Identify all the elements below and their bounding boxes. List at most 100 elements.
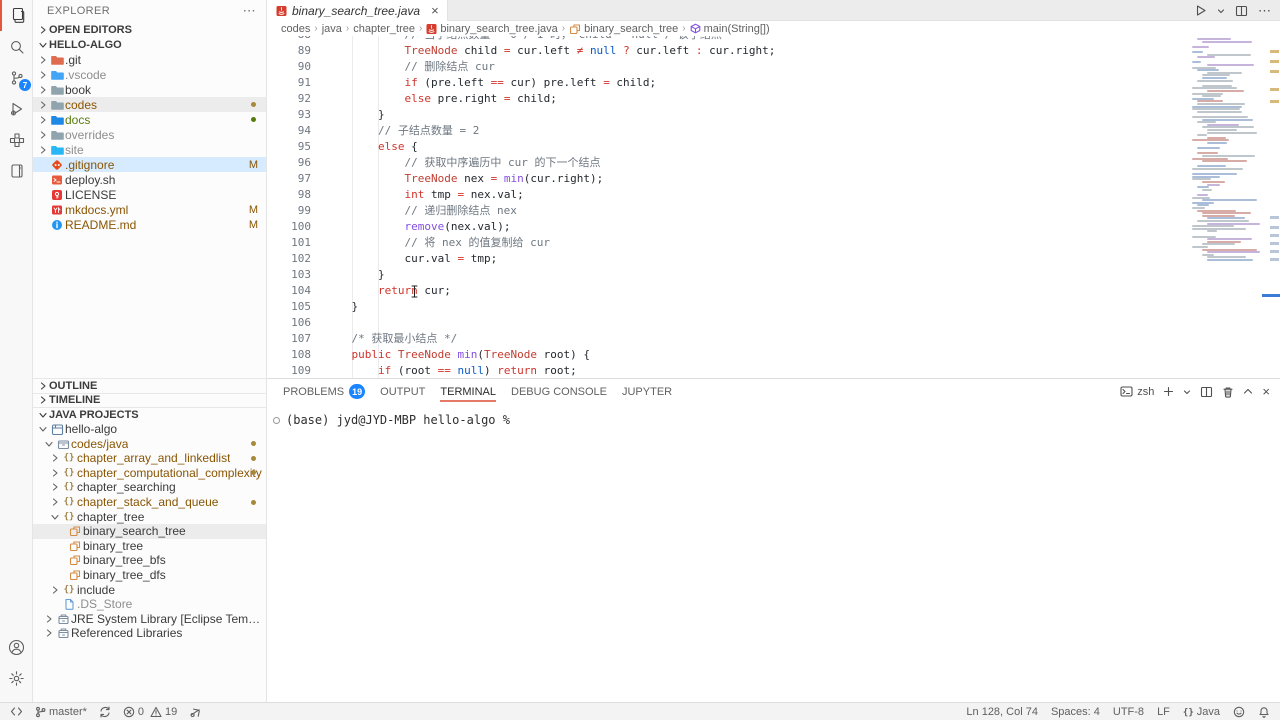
- section-header-timeline[interactable]: TIMELINE: [33, 393, 266, 408]
- close-icon[interactable]: ×: [431, 3, 439, 18]
- tab-binary-search-tree[interactable]: binary_search_tree.java ×: [267, 0, 448, 21]
- tree-item-overrides[interactable]: overrides: [33, 127, 266, 142]
- panel-tab-debug-console[interactable]: DEBUG CONSOLE: [511, 379, 607, 404]
- tree-item-chapter-searching[interactable]: {}chapter_searching: [33, 480, 266, 495]
- tree-item-include[interactable]: {}include: [33, 582, 266, 597]
- split-terminal-button[interactable]: [1200, 386, 1213, 398]
- tree-item-readme-md[interactable]: README.mdM: [33, 217, 266, 232]
- status-notifications[interactable]: [1258, 706, 1270, 718]
- activity-bar-item-explorer[interactable]: [0, 0, 33, 31]
- section-header-outline[interactable]: OUTLINE: [33, 378, 266, 393]
- line-number[interactable]: 103: [267, 267, 311, 283]
- breadcrumb-item-4[interactable]: binary_search_tree: [569, 23, 678, 35]
- command-decoration-icon[interactable]: [273, 417, 280, 424]
- breadcrumb-item-0[interactable]: codes: [281, 23, 310, 35]
- tree-item-binary-tree-bfs[interactable]: binary_tree_bfs: [33, 553, 266, 568]
- tree-item--vscode[interactable]: .vscode: [33, 67, 266, 82]
- line-number[interactable]: 93: [267, 107, 311, 123]
- line-number[interactable]: 95: [267, 139, 311, 155]
- tree-item-deploy-sh[interactable]: deploy.sh: [33, 172, 266, 187]
- tree-item-binary-tree-dfs[interactable]: binary_tree_dfs: [33, 568, 266, 583]
- split-editor-button[interactable]: [1235, 5, 1248, 17]
- line-number[interactable]: 89: [267, 43, 311, 59]
- tree-item-chapter-tree[interactable]: {}chapter_tree: [33, 509, 266, 524]
- run-button[interactable]: [1194, 4, 1207, 17]
- status-warnings[interactable]: 19: [150, 706, 177, 718]
- line-number[interactable]: 102: [267, 251, 311, 267]
- status-indentation[interactable]: Spaces: 4: [1051, 706, 1100, 718]
- tree-item-hello-algo[interactable]: hello-algo: [33, 422, 266, 437]
- activity-bar-item-notebook[interactable]: [0, 155, 33, 186]
- status-encoding[interactable]: UTF-8: [1113, 706, 1144, 718]
- tree-item-codes-java[interactable]: codes/java: [33, 436, 266, 451]
- status-launch[interactable]: [189, 706, 201, 718]
- panel-tab-output[interactable]: OUTPUT: [380, 379, 425, 404]
- shell-selector[interactable]: zsh: [1120, 386, 1154, 398]
- project-root-header[interactable]: HELLO-ALGO: [33, 37, 266, 52]
- line-number[interactable]: 97: [267, 171, 311, 187]
- status-sync[interactable]: [99, 706, 111, 718]
- tree-item--git[interactable]: .git: [33, 52, 266, 67]
- status-language-mode[interactable]: {}Java: [1183, 706, 1220, 718]
- breadcrumb-item-3[interactable]: binary_search_tree.java: [426, 23, 557, 35]
- breadcrumb-item-1[interactable]: java: [322, 23, 342, 35]
- tree-item-book[interactable]: book: [33, 82, 266, 97]
- tree-item-license[interactable]: LICENSE: [33, 187, 266, 202]
- activity-bar-item-account[interactable]: [0, 632, 33, 663]
- open-editors-header[interactable]: OPEN EDITORS: [33, 22, 266, 37]
- tree-item-referenced-libraries[interactable]: Referenced Libraries: [33, 626, 266, 641]
- tree-item-mkdocs-yml[interactable]: mkdocs.ymlM: [33, 202, 266, 217]
- activity-bar-item-source-control[interactable]: 7: [0, 62, 33, 93]
- line-number[interactable]: 92: [267, 91, 311, 107]
- line-number[interactable]: 91: [267, 75, 311, 91]
- line-number[interactable]: 105: [267, 299, 311, 315]
- kill-terminal-button[interactable]: [1222, 386, 1234, 398]
- line-number[interactable]: 109: [267, 363, 311, 378]
- activity-bar-item-settings[interactable]: [0, 663, 33, 694]
- status-git-branch[interactable]: master*: [35, 706, 87, 718]
- maximize-panel-button[interactable]: [1243, 387, 1253, 396]
- breadcrumb-item-5[interactable]: main(String[]): [690, 23, 770, 35]
- line-number[interactable]: 108: [267, 347, 311, 363]
- code-editor[interactable]: 88 // 当子结点数量 = 0 / 1 时， child = null / 该…: [267, 36, 1185, 378]
- breadcrumb-item-2[interactable]: chapter_tree: [353, 23, 415, 35]
- line-number[interactable]: 90: [267, 59, 311, 75]
- line-number[interactable]: 104: [267, 283, 311, 299]
- run-dropdown-icon[interactable]: [1217, 7, 1225, 15]
- tree-item-binary-tree[interactable]: binary_tree: [33, 539, 266, 554]
- activity-bar-item-search[interactable]: [0, 31, 33, 62]
- minimap[interactable]: [1190, 36, 1266, 378]
- line-number[interactable]: 96: [267, 155, 311, 171]
- panel-tab-jupyter[interactable]: JUPYTER: [622, 379, 672, 404]
- tree-item--ds-store[interactable]: .DS_Store: [33, 597, 266, 612]
- tree-item-codes[interactable]: codes: [33, 97, 266, 112]
- activity-bar-item-extensions[interactable]: [0, 124, 33, 155]
- terminal-dropdown-icon[interactable]: [1183, 388, 1191, 396]
- tree-item-chapter-computational-complexity[interactable]: {}chapter_computational_complexity: [33, 466, 266, 481]
- close-panel-button[interactable]: ×: [1262, 384, 1270, 399]
- panel-tab-problems[interactable]: PROBLEMS19: [283, 379, 365, 404]
- status-eol[interactable]: LF: [1157, 706, 1170, 718]
- line-number[interactable]: 107: [267, 331, 311, 347]
- line-number[interactable]: 98: [267, 187, 311, 203]
- tree-item-chapter-array-and-linkedlist[interactable]: {}chapter_array_and_linkedlist: [33, 451, 266, 466]
- tree-item--gitignore[interactable]: .gitignoreM: [33, 157, 266, 172]
- new-terminal-button[interactable]: [1163, 386, 1174, 397]
- terminal-view[interactable]: (base) jyd@JYD-MBP hello-algo %: [271, 413, 1280, 702]
- more-actions-icon[interactable]: ⋯: [1258, 3, 1272, 19]
- status-remote[interactable]: [10, 706, 23, 717]
- tree-item-binary-search-tree[interactable]: binary_search_tree: [33, 524, 266, 539]
- section-header-java-projects[interactable]: JAVA PROJECTS: [33, 407, 266, 422]
- tree-item-jre-system-library-eclipse-temurin-17-17-[interactable]: JRE System Library [Eclipse Temurin 17 […: [33, 612, 266, 627]
- line-number[interactable]: 100: [267, 219, 311, 235]
- line-number[interactable]: 99: [267, 203, 311, 219]
- tree-item-site[interactable]: site: [33, 142, 266, 157]
- sidebar-more-actions-icon[interactable]: ⋯: [243, 3, 256, 19]
- line-number[interactable]: 106: [267, 315, 311, 331]
- line-number[interactable]: 88: [267, 36, 311, 43]
- line-number[interactable]: 94: [267, 123, 311, 139]
- activity-bar-item-run-debug[interactable]: [0, 93, 33, 124]
- panel-tab-terminal[interactable]: TERMINAL: [440, 379, 496, 404]
- tree-item-docs[interactable]: docs: [33, 112, 266, 127]
- line-number[interactable]: 101: [267, 235, 311, 251]
